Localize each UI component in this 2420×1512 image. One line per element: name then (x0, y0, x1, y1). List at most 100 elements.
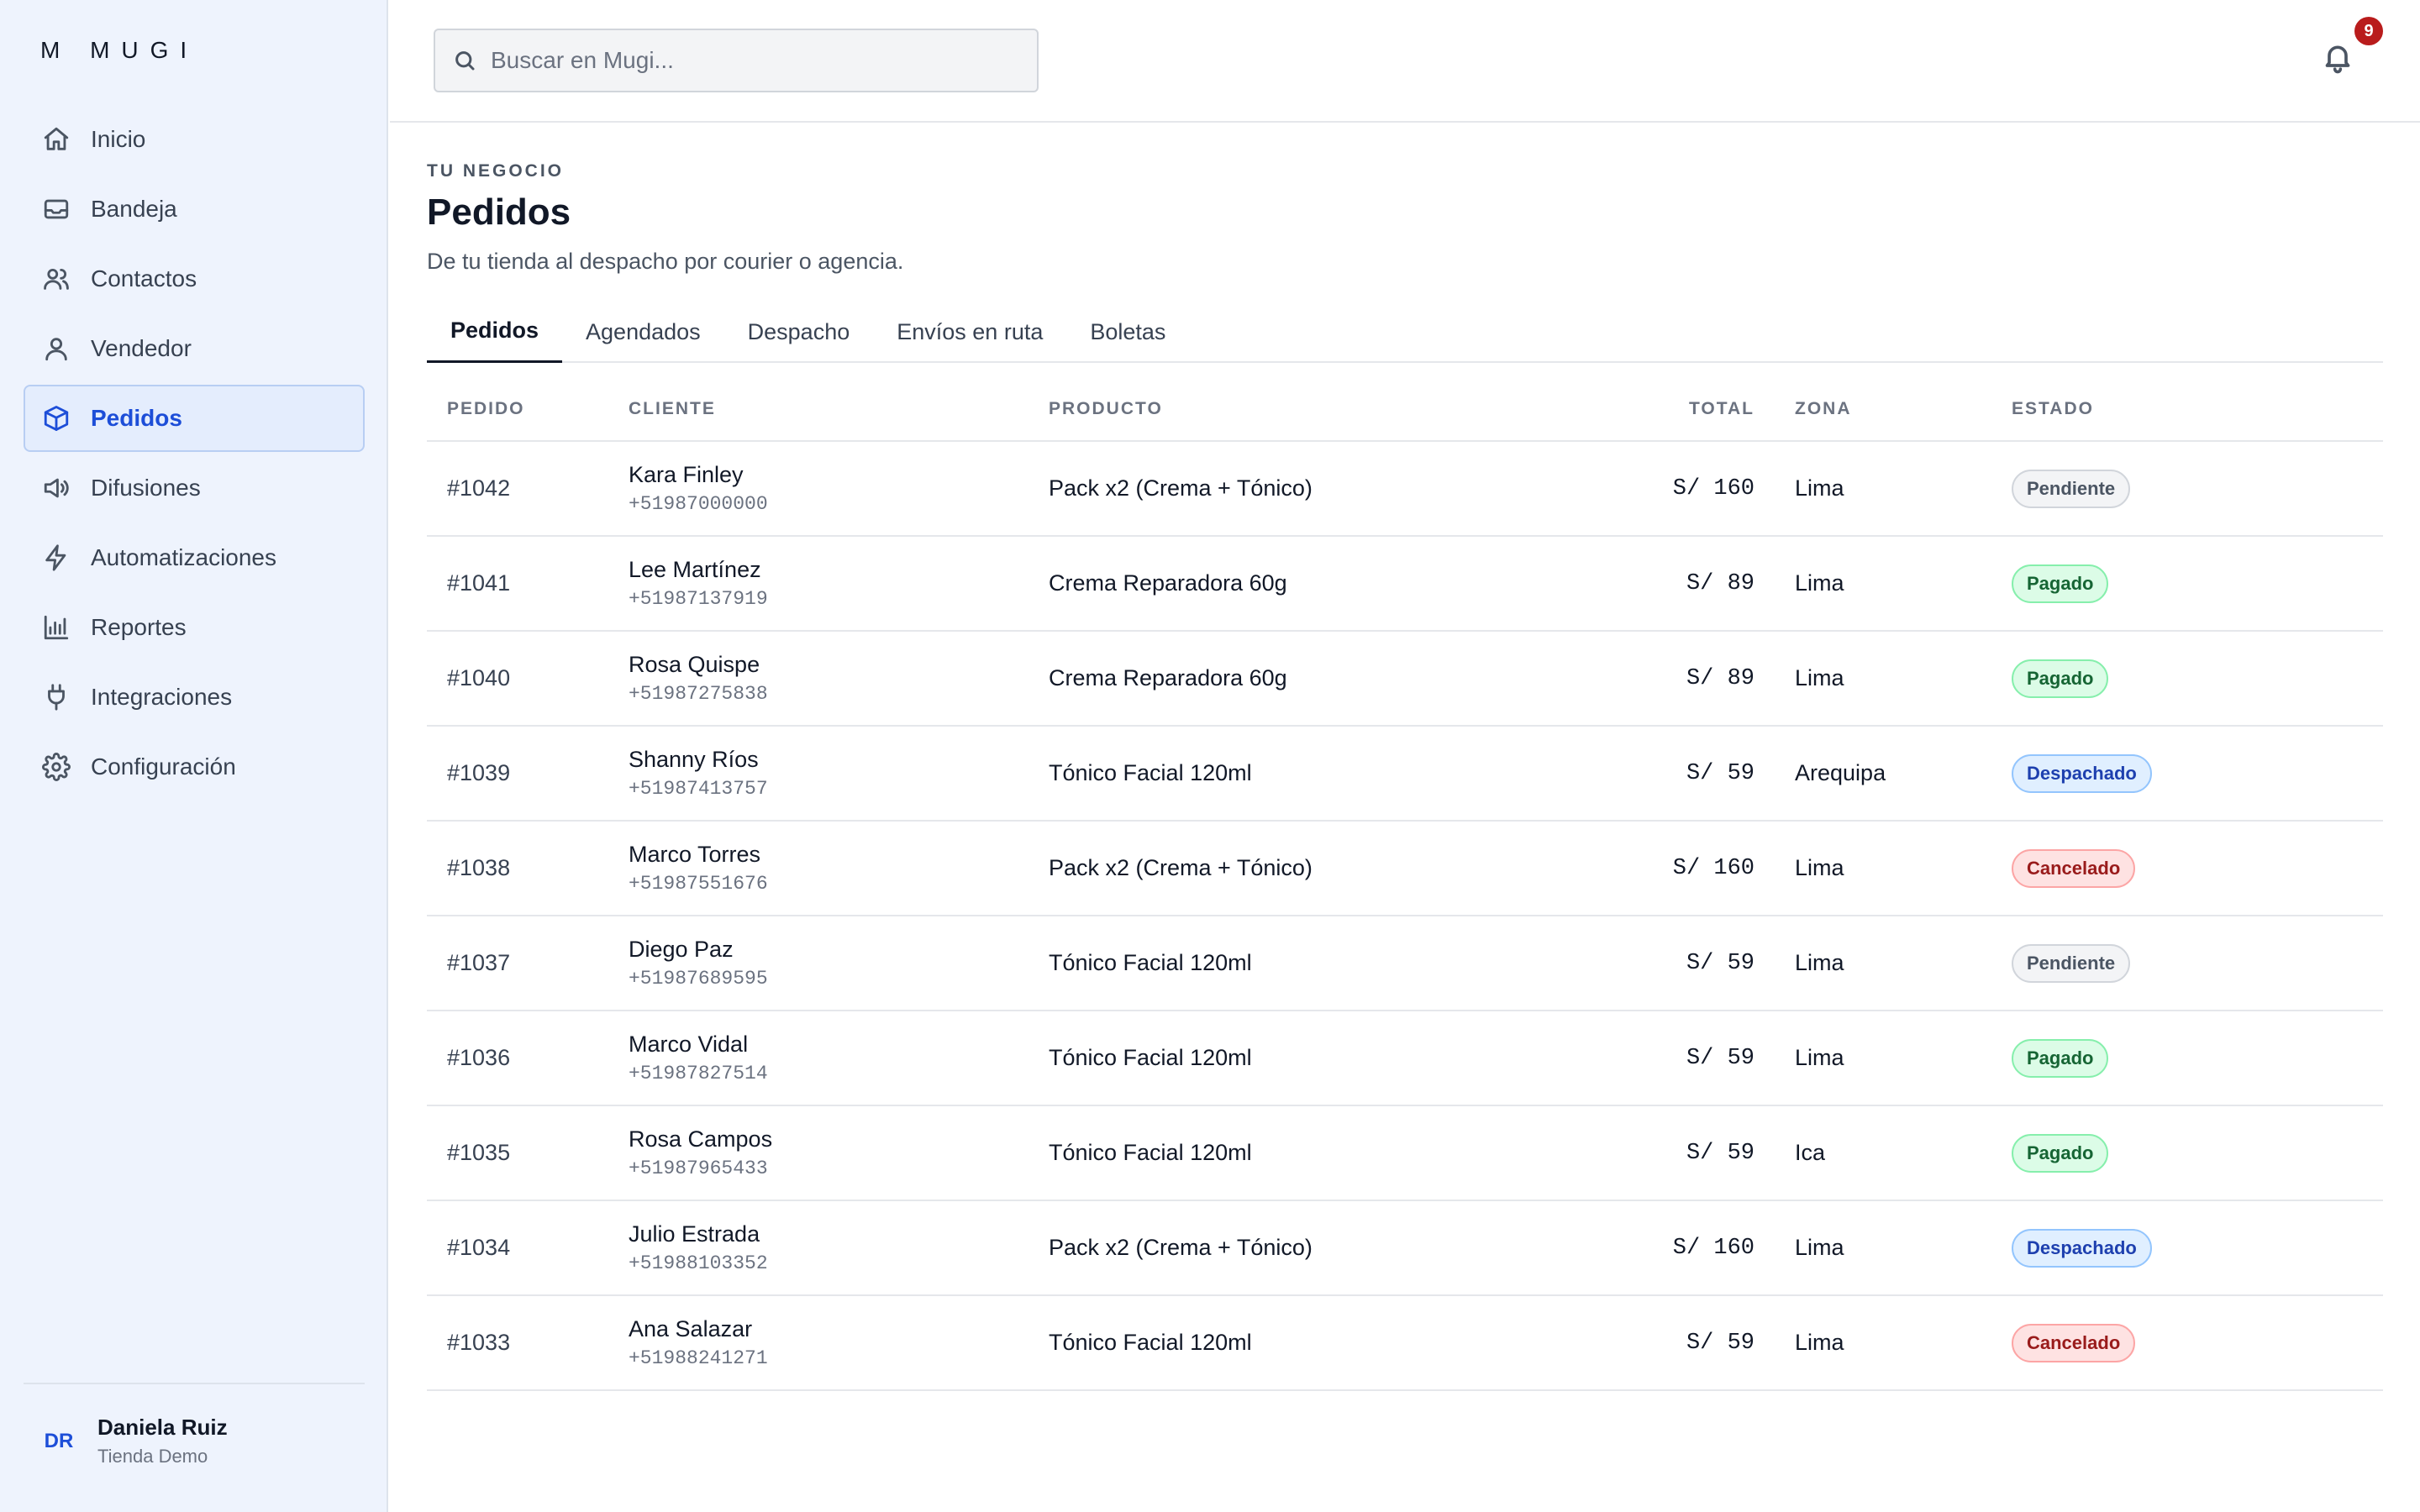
table-row[interactable]: #1040 Rosa Quispe +51987275838 Crema Rep… (427, 632, 2383, 727)
order-total: S/ 59 (1686, 1330, 1754, 1356)
user-store: Tienda Demo (97, 1446, 208, 1467)
client-phone: +51987137919 (629, 588, 768, 610)
client-name: Rosa Campos (629, 1126, 773, 1152)
notifications-button[interactable] (2321, 40, 2361, 81)
section-eyebrow: TU NEGOCIO (427, 161, 565, 181)
client-name: Shanny Ríos (629, 747, 759, 772)
product-name: Crema Reparadora 60g (1049, 570, 1287, 596)
table-row[interactable]: #1037 Diego Paz +51987689595 Tónico Faci… (427, 916, 2383, 1011)
order-total: S/ 59 (1686, 950, 1754, 976)
order-zone: Arequipa (1795, 760, 1886, 785)
product-name: Pack x2 (Crema + Tónico) (1049, 475, 1313, 501)
order-id[interactable]: #1033 (447, 1330, 510, 1355)
client-phone: +51988241271 (629, 1347, 768, 1369)
avatar: DR (44, 1429, 74, 1452)
page-title: Pedidos (427, 192, 571, 233)
sidebar-item-label: Inicio (91, 126, 146, 152)
tab-agendados[interactable]: Agendados (562, 301, 724, 363)
tab-envios-en-ruta[interactable]: Envíos en ruta (873, 301, 1066, 363)
order-id[interactable]: #1035 (447, 1140, 510, 1165)
client-name: Marco Vidal (629, 1032, 749, 1057)
client-phone: +51987000000 (629, 493, 768, 515)
tab-pedidos[interactable]: Pedidos (427, 301, 563, 363)
tabs: Pedidos Agendados Despacho Envíos en rut… (427, 301, 2383, 363)
sidebar-item-configuracion[interactable]: Configuración (24, 733, 365, 801)
status-badge: Despachado (2012, 1228, 2152, 1268)
client-phone: +51987551676 (629, 873, 768, 895)
table-row[interactable]: #1038 Marco Torres +51987551676 Pack x2 … (427, 822, 2383, 916)
bell-icon (2325, 45, 2350, 74)
search-box[interactable] (434, 29, 1039, 92)
order-id[interactable]: #1037 (447, 950, 510, 975)
sidebar-divider (24, 1383, 365, 1384)
order-total: S/ 59 (1686, 1140, 1754, 1166)
app-logo[interactable]: M MUGI (40, 37, 198, 64)
inbox-icon (42, 195, 71, 223)
status-badge: Cancelado (2012, 1323, 2136, 1362)
table-row[interactable]: #1035 Rosa Campos +51987965433 Tónico Fa… (427, 1106, 2383, 1201)
order-id[interactable]: #1041 (447, 570, 510, 596)
user-name: Daniela Ruiz (97, 1415, 228, 1440)
sidebar-item-vendedor[interactable]: Vendedor (24, 315, 365, 382)
sidebar-item-label: Difusiones (91, 475, 201, 501)
client-phone: +51988103352 (629, 1252, 768, 1274)
sidebar-item-reportes[interactable]: Reportes (24, 594, 365, 661)
order-zone: Lima (1795, 475, 1844, 501)
sidebar-item-label: Automatizaciones (91, 544, 277, 570)
column-header-estado[interactable]: ESTADO (2012, 384, 2381, 419)
sidebar-item-bandeja[interactable]: Bandeja (24, 176, 365, 243)
sidebar-item-automatizaciones[interactable]: Automatizaciones (24, 524, 365, 591)
tab-boletas[interactable]: Boletas (1066, 301, 1189, 363)
client-phone: +51987275838 (629, 683, 768, 705)
sidebar-item-contactos[interactable]: Contactos (24, 245, 365, 312)
client-name: Ana Salazar (629, 1316, 753, 1341)
sidebar: M MUGI Inicio Bandeja Contactos Vendedor… (0, 0, 388, 1512)
column-header-cliente[interactable]: CLIENTE (629, 384, 1049, 419)
column-header-total[interactable]: TOTAL (1502, 384, 1754, 419)
product-name: Tónico Facial 120ml (1049, 950, 1252, 975)
product-name: Tónico Facial 120ml (1049, 1045, 1252, 1070)
order-id[interactable]: #1042 (447, 475, 510, 501)
tab-despacho[interactable]: Despacho (724, 301, 874, 363)
client-name: Lee Martínez (629, 557, 761, 582)
table-row[interactable]: #1033 Ana Salazar +51988241271 Tónico Fa… (427, 1296, 2383, 1391)
sidebar-nav: Inicio Bandeja Contactos Vendedor Pedido… (24, 106, 365, 803)
sidebar-item-pedidos[interactable]: Pedidos (24, 385, 365, 452)
order-id[interactable]: #1038 (447, 855, 510, 880)
status-badge: Pagado (2012, 1133, 2109, 1173)
table-row[interactable]: #1034 Julio Estrada +51988103352 Pack x2… (427, 1201, 2383, 1296)
order-id[interactable]: #1036 (447, 1045, 510, 1070)
table-row[interactable]: #1041 Lee Martínez +51987137919 Crema Re… (427, 537, 2383, 632)
order-zone: Lima (1795, 950, 1844, 975)
order-total: S/ 59 (1686, 1045, 1754, 1071)
sidebar-item-difusiones[interactable]: Difusiones (24, 454, 365, 522)
column-header-pedido[interactable]: PEDIDO (427, 384, 629, 419)
sidebar-item-inicio[interactable]: Inicio (24, 106, 365, 173)
order-zone: Lima (1795, 1235, 1844, 1260)
sidebar-item-integraciones[interactable]: Integraciones (24, 664, 365, 731)
search-input[interactable] (491, 47, 995, 74)
table-row[interactable]: #1036 Marco Vidal +51987827514 Tónico Fa… (427, 1011, 2383, 1106)
gear-icon (42, 753, 71, 781)
order-zone: Lima (1795, 570, 1844, 596)
order-id[interactable]: #1040 (447, 665, 510, 690)
order-id[interactable]: #1039 (447, 760, 510, 785)
product-name: Pack x2 (Crema + Tónico) (1049, 1235, 1313, 1260)
status-badge: Pagado (2012, 659, 2109, 698)
table-row[interactable]: #1039 Shanny Ríos +51987413757 Tónico Fa… (427, 727, 2383, 822)
sidebar-item-label: Pedidos (91, 405, 182, 431)
user-profile[interactable]: DR Daniela Ruiz Tienda Demo (40, 1415, 228, 1467)
megaphone-icon (42, 474, 71, 502)
client-name: Marco Torres (629, 842, 761, 867)
order-total: S/ 160 (1672, 475, 1754, 501)
plug-icon (42, 683, 71, 711)
column-header-producto[interactable]: PRODUCTO (1049, 384, 1502, 419)
status-badge: Pagado (2012, 1038, 2109, 1078)
table-row[interactable]: #1042 Kara Finley +51987000000 Pack x2 (… (427, 442, 2383, 537)
client-phone: +51987413757 (629, 778, 768, 800)
search-icon (455, 51, 475, 71)
column-header-zona[interactable]: ZONA (1754, 384, 2012, 419)
order-id[interactable]: #1034 (447, 1235, 510, 1260)
users-icon (42, 265, 71, 293)
status-badge: Pagado (2012, 564, 2109, 603)
